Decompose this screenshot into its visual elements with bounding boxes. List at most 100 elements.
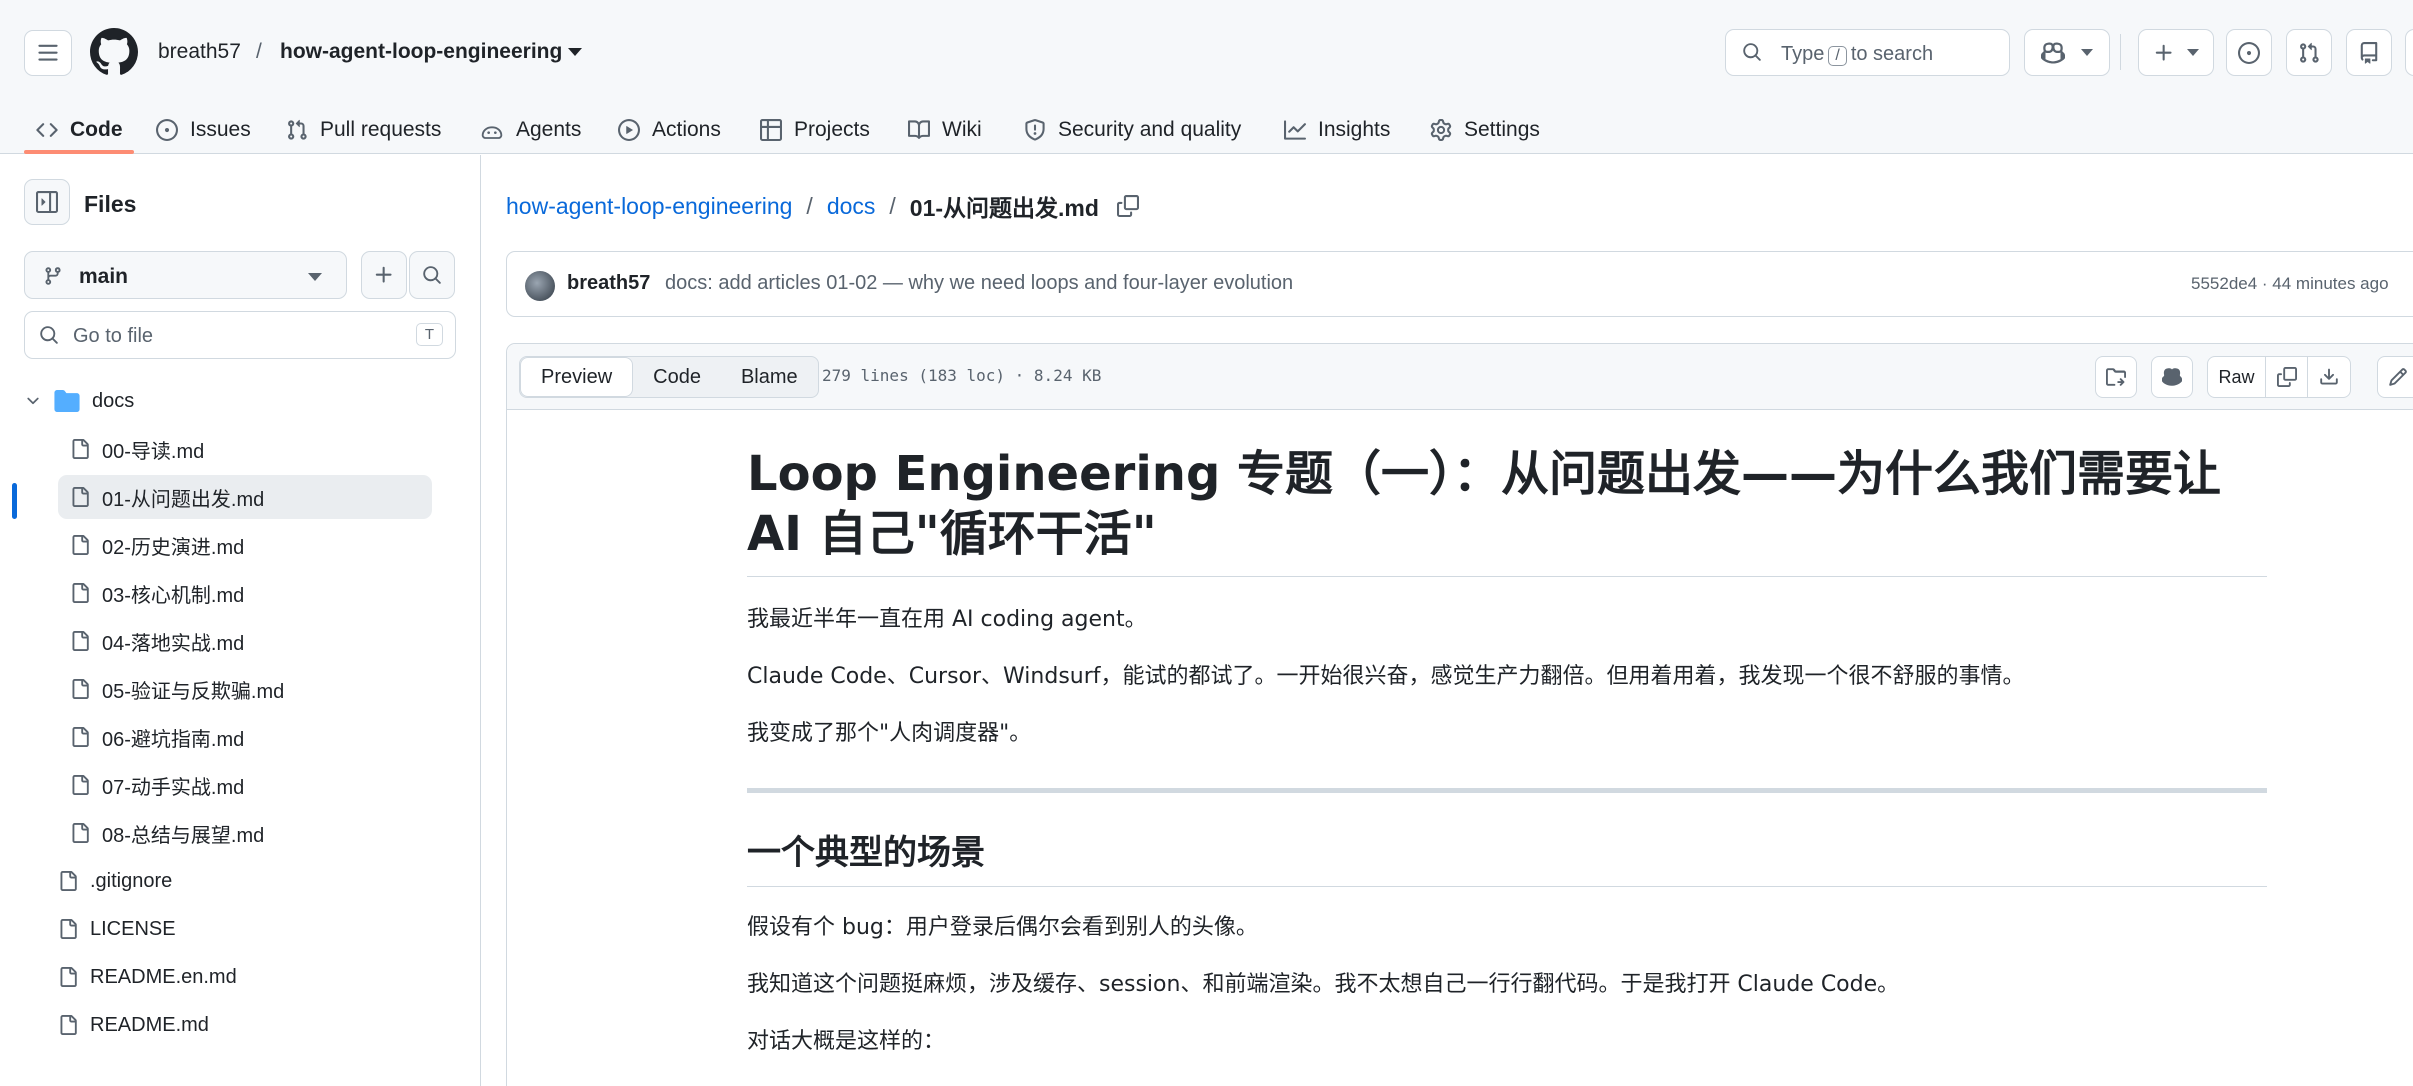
tree-item-label: 02-历史演进.md	[102, 536, 245, 559]
tab-security[interactable]: Security and quality	[1024, 106, 1241, 154]
menu-button[interactable]	[24, 30, 72, 76]
tree-file[interactable]: 03-核心机制.md	[70, 571, 432, 615]
go-to-file-input[interactable]: Go to file T	[24, 311, 456, 359]
file-icon	[70, 678, 90, 700]
collapse-sidebar-button[interactable]	[24, 179, 70, 225]
hamburger-icon	[38, 44, 58, 61]
pull-requests-button[interactable]	[2286, 29, 2332, 76]
copilot-ask-button[interactable]	[2151, 356, 2193, 398]
files-title: Files	[84, 191, 137, 217]
file-icon	[70, 630, 90, 652]
tab-preview[interactable]: Preview	[520, 357, 634, 397]
raw-button[interactable]: Raw	[2208, 357, 2266, 397]
copilot-button[interactable]	[2024, 29, 2110, 76]
tree-item-label: 05-验证与反欺骗.md	[102, 680, 285, 703]
search-input[interactable]: Type / to search	[1725, 29, 2010, 76]
tab-settings[interactable]: Settings	[1430, 106, 1540, 154]
tree-file[interactable]: 07-动手实战.md	[70, 763, 432, 807]
tree-item-label: .gitignore	[90, 869, 173, 892]
paragraph: 我知道这个问题挺麻烦，涉及缓存、session、和前端渲染。我不太想自己一行行翻…	[747, 972, 1900, 997]
tree-file-selected[interactable]: 01-从问题出发.md	[58, 475, 432, 519]
tab-projects[interactable]: Projects	[760, 106, 870, 154]
copilot-icon	[2162, 368, 2182, 386]
view-mode-tabs: Preview Code Blame	[519, 356, 819, 398]
download-button[interactable]	[2308, 357, 2350, 397]
create-new-button[interactable]	[2138, 29, 2214, 76]
move-file-button[interactable]	[2095, 356, 2137, 398]
commit-message[interactable]: docs: add articles 01-02 — why we need l…	[665, 272, 1293, 295]
tree-item-label: 06-避坑指南.md	[102, 728, 245, 751]
search-placeholder: Type / to search	[1781, 43, 1933, 66]
repo-dropdown-caret-icon[interactable]	[568, 48, 582, 56]
breadcrumb-owner[interactable]: breath57	[158, 40, 241, 64]
tree-folder-docs[interactable]: docs	[24, 379, 432, 423]
path-dir-link[interactable]: docs	[827, 193, 876, 220]
tree-file[interactable]: README.en.md	[58, 955, 432, 999]
tab-pull-requests[interactable]: Pull requests	[286, 106, 441, 154]
issues-button[interactable]	[2226, 29, 2272, 76]
tree-item-label: 03-核心机制.md	[102, 584, 245, 607]
add-file-button[interactable]	[361, 251, 407, 299]
tree-file[interactable]: 04-落地实战.md	[70, 619, 432, 663]
repositories-button[interactable]	[2346, 29, 2392, 76]
github-logo-icon[interactable]	[90, 28, 138, 76]
commit-author[interactable]: breath57	[567, 272, 650, 295]
tab-code[interactable]: Code	[36, 106, 123, 154]
tab-wiki[interactable]: Wiki	[908, 106, 982, 154]
shield-icon	[1025, 119, 1045, 141]
raw-copy-download-group: Raw	[2207, 356, 2351, 398]
copy-path-button[interactable]	[1116, 195, 1139, 217]
search-files-button[interactable]	[409, 251, 455, 299]
tab-code-label: Code	[70, 118, 123, 141]
tab-insights-label: Insights	[1318, 118, 1391, 141]
paragraph: 我最近半年一直在用 AI coding agent。	[747, 607, 1147, 632]
tab-issues[interactable]: Issues	[156, 106, 251, 154]
tree-file[interactable]: 02-历史演进.md	[70, 523, 432, 567]
breadcrumb-repo[interactable]: how-agent-loop-engineering	[280, 40, 562, 64]
tree-item-label: README.md	[90, 1013, 209, 1036]
file-viewer: Preview Code Blame 279 lines (183 loc) ·…	[506, 343, 2413, 1086]
section-heading: 一个典型的场景	[747, 825, 2267, 887]
pencil-icon	[2389, 368, 2407, 386]
markdown-body: Loop Engineering 专题（一）：从问题出发——为什么我们需要让 A…	[747, 444, 2267, 1058]
breadcrumb-separator: /	[256, 40, 262, 63]
tree-file[interactable]: .gitignore	[58, 859, 432, 903]
branch-selector[interactable]: main	[24, 251, 347, 299]
search-suffix: to search	[1850, 43, 1934, 65]
tab-insights[interactable]: Insights	[1284, 106, 1390, 154]
commit-meta[interactable]: 5552de4 · 44 minutes ago	[2191, 274, 2389, 294]
tree-file[interactable]: 00-导读.md	[70, 427, 432, 471]
file-icon	[70, 822, 90, 844]
create-dropdown-caret-icon	[2187, 49, 2199, 56]
tree-file[interactable]: 06-避坑指南.md	[70, 715, 432, 759]
tree-file[interactable]: 05-验证与反欺骗.md	[70, 667, 432, 711]
plus-icon	[2155, 44, 2172, 61]
tab-code-view[interactable]: Code	[633, 357, 721, 397]
inbox-button[interactable]	[2405, 29, 2413, 76]
tree-file[interactable]: 08-总结与展望.md	[70, 811, 432, 855]
selected-tab-underline	[24, 150, 134, 154]
edit-file-group	[2377, 356, 2413, 398]
tab-agents-label: Agents	[516, 118, 582, 141]
tree-file[interactable]: LICENSE	[58, 907, 432, 951]
avatar[interactable]	[525, 271, 555, 301]
app-header: breath57 / how-agent-loop-engineering Ty…	[0, 0, 2413, 154]
file-icon	[70, 534, 90, 556]
copy-raw-button[interactable]	[2266, 357, 2308, 397]
tree-item-label: 01-从问题出发.md	[102, 488, 265, 511]
book-icon	[908, 120, 930, 139]
tree-file[interactable]: README.md	[58, 1003, 432, 1047]
tab-actions[interactable]: Actions	[618, 106, 721, 154]
tab-agents[interactable]: Agents	[480, 106, 581, 154]
tab-blame[interactable]: Blame	[721, 357, 818, 397]
latest-commit-bar: breath57 docs: add articles 01-02 — why …	[506, 251, 2413, 317]
file-icon	[70, 582, 90, 604]
path-repo-link[interactable]: how-agent-loop-engineering	[506, 193, 792, 220]
branch-name: main	[79, 265, 129, 288]
edit-file-button[interactable]	[2378, 357, 2413, 397]
paragraph: 我变成了那个"人肉调度器"。	[747, 721, 1032, 746]
file-icon	[70, 726, 90, 748]
path-current-file: 01-从问题出发.md	[909, 195, 1099, 221]
tab-pull-requests-label: Pull requests	[320, 118, 442, 141]
file-icon	[58, 918, 78, 940]
